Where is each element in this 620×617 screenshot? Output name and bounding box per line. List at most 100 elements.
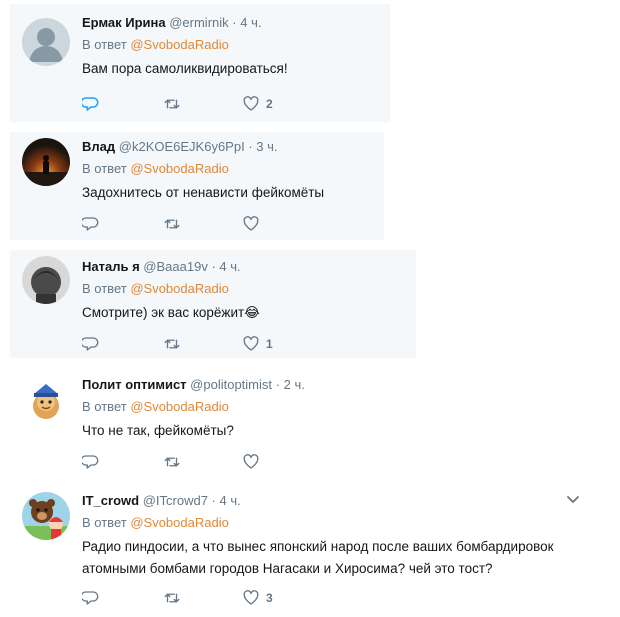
author-name[interactable]: Ермак Ирина [82,15,166,30]
reply-prefix: В ответ [82,161,127,176]
like-button[interactable]: 3 [242,589,322,607]
reply-context: В ответ @SvobodaRadio [82,280,406,298]
author-name[interactable]: IT_crowd [82,493,139,508]
mention-link[interactable]: @SvobodaRadio [130,515,228,530]
separator-dot: · [248,139,253,154]
retweet-button[interactable] [162,589,242,607]
reply-context: В ответ @SvobodaRadio [82,36,380,54]
avatar-image [22,492,70,540]
separator-dot: · [232,15,237,30]
retweet-icon [164,219,180,229]
retweet-button[interactable] [162,95,242,113]
tweet-header: IT_crowd @ITcrowd7 · 4 ч. [82,492,600,510]
tweet[interactable]: Наталь я @Baaa19v · 4 ч. В ответ @Svobod… [10,250,416,358]
separator-dot: · [211,259,216,274]
reply-button[interactable] [82,589,162,607]
reply-icon [82,217,99,231]
tweet-header: Полит оптимист @politoptimist · 2 ч. [82,376,600,394]
tweet[interactable]: Влад @k2KOE6EJK6y6PpI · 3 ч. В ответ @Sv… [10,132,384,240]
default-avatar-icon [22,18,70,66]
chevron-down-icon [567,496,579,503]
reply-icon [82,591,99,605]
tweet-text: Вам пора самоликвидироваться! [82,61,288,76]
timestamp[interactable]: 4 ч. [220,493,241,508]
reply-prefix: В ответ [82,399,127,414]
like-button[interactable]: 1 [242,335,322,353]
author-handle[interactable]: @Baaa19v [143,259,208,274]
reply-icon [82,337,99,351]
like-count: 3 [266,591,273,605]
author-handle[interactable]: @k2KOE6EJK6y6PpI [119,139,245,154]
author-handle[interactable]: @ITcrowd7 [143,493,208,508]
avatar-image [22,376,70,424]
reply-prefix: В ответ [82,281,127,296]
retweet-button[interactable] [162,215,242,233]
like-count: 2 [266,97,273,111]
like-button[interactable]: 2 [242,95,322,113]
heart-icon [243,336,259,351]
timestamp[interactable]: 4 ч. [219,259,240,274]
author-name[interactable]: Влад [82,139,115,154]
reply-button[interactable] [82,335,162,353]
retweet-icon [164,99,180,109]
avatar[interactable] [22,18,70,66]
like-count: 1 [266,337,273,351]
separator-dot: · [275,377,280,392]
retweet-icon [164,339,180,349]
reply-context: В ответ @SvobodaRadio [82,398,600,416]
reply-icon [82,97,99,111]
reply-context: В ответ @SvobodaRadio [82,160,374,178]
author-handle[interactable]: @ermirnik [169,15,228,30]
reply-button[interactable] [82,95,162,113]
heart-icon [243,216,259,231]
tweet[interactable]: Ермак Ирина @ermirnik · 4 ч. В ответ @Sv… [10,4,390,122]
timestamp[interactable]: 2 ч. [284,377,305,392]
like-button[interactable] [242,215,322,233]
avatar[interactable] [22,138,70,186]
mention-link[interactable]: @SvobodaRadio [130,399,228,414]
retweet-icon [164,457,180,467]
tweet-text: Что не так, фейкомёты? [82,423,234,438]
retweet-button[interactable] [162,335,242,353]
mention-link[interactable]: @SvobodaRadio [130,161,228,176]
reply-icon [82,455,99,469]
tweet-actions: 3 [82,588,322,608]
tweet-actions: 1 [82,334,322,354]
author-name[interactable]: Полит оптимист [82,377,187,392]
mention-link[interactable]: @SvobodaRadio [130,281,228,296]
mention-link[interactable]: @SvobodaRadio [130,37,228,52]
heart-icon [243,96,259,111]
like-button[interactable] [242,453,322,471]
avatar[interactable] [22,492,70,540]
tweet-actions: 2 [82,94,322,114]
tweet-header: Влад @k2KOE6EJK6y6PpI · 3 ч. [82,138,374,156]
author-name[interactable]: Наталь я [82,259,140,274]
tweet-actions [82,452,322,472]
tweet-text: Смотрите) эк вас корёжит😂 [82,305,260,320]
timestamp[interactable]: 3 ч. [256,139,277,154]
tweet-text: Радио пиндосии, а что вынес японский нар… [82,539,554,576]
reply-button[interactable] [82,453,162,471]
heart-icon [243,590,259,605]
avatar[interactable] [22,376,70,424]
retweet-button[interactable] [162,453,242,471]
tweet[interactable]: Полит оптимист @politoptimist · 2 ч. В о… [10,366,610,478]
heart-icon [243,454,259,469]
separator-dot: · [211,493,216,508]
tweet-menu-button[interactable] [566,492,580,510]
tweet-header: Ермак Ирина @ermirnik · 4 ч. [82,14,380,32]
retweet-icon [164,593,180,603]
author-handle[interactable]: @politoptimist [190,377,272,392]
tweet-header: Наталь я @Baaa19v · 4 ч. [82,258,406,276]
reply-prefix: В ответ [82,37,127,52]
tweet-text: Задохнитесь от ненависти фейкомёты [82,185,325,200]
tweet[interactable]: IT_crowd @ITcrowd7 · 4 ч. В ответ @Svobo… [10,484,610,614]
avatar[interactable] [22,256,70,304]
reply-button[interactable] [82,215,162,233]
reply-prefix: В ответ [82,515,127,530]
reply-context: В ответ @SvobodaRadio [82,514,600,532]
avatar-image [22,256,70,304]
tweet-actions [82,214,322,234]
avatar-image [22,138,70,186]
timestamp[interactable]: 4 ч. [240,15,261,30]
